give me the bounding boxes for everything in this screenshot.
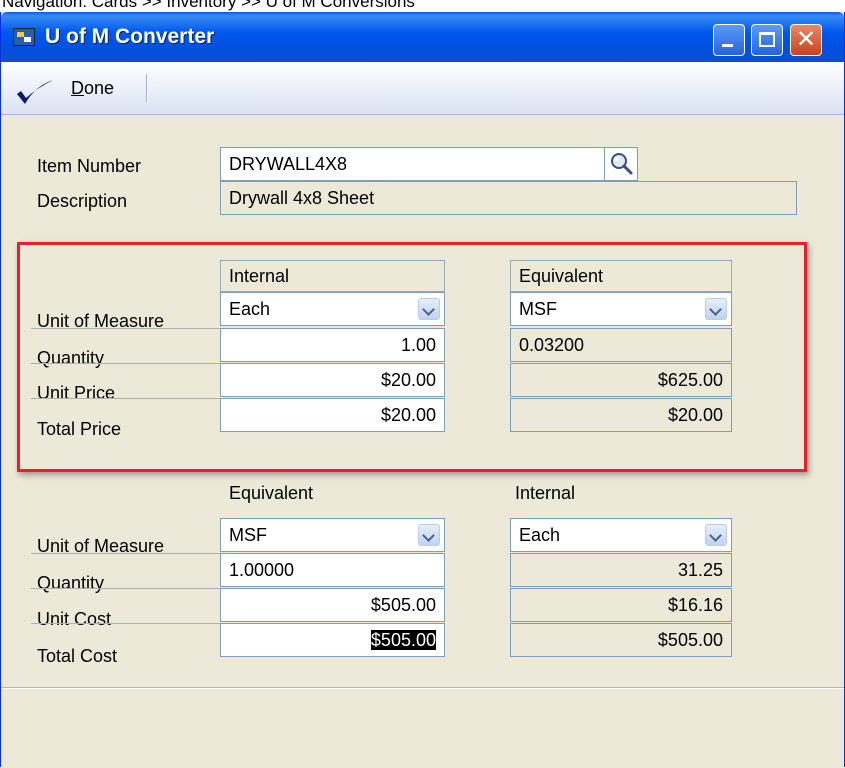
- equivalent-unit-price-field: $625.00: [510, 363, 732, 397]
- uom-converter-window: U of M Converter ✕ Done Item Number DRYW…: [0, 12, 845, 768]
- description-field: Drywall 4x8 Sheet: [220, 181, 797, 215]
- lookup-button[interactable]: [604, 147, 638, 181]
- item-number-label: Item Number: [37, 156, 142, 176]
- unit-cost-label: Unit Cost: [37, 609, 112, 629]
- maximize-button[interactable]: [751, 24, 783, 56]
- unit-price-label: Unit Price: [37, 383, 116, 403]
- cost-equivalent-quantity-field[interactable]: 1.00000: [220, 553, 445, 587]
- selected-value: Each: [519, 525, 561, 545]
- maximize-icon: [759, 32, 775, 47]
- toolbar: Done: [1, 62, 844, 115]
- cost-equivalent-header: Equivalent: [229, 483, 314, 503]
- row-divider: [31, 328, 221, 329]
- internal-unit-price-field[interactable]: $20.00: [220, 363, 445, 397]
- internal-unit-cost-field: $16.16: [510, 588, 732, 622]
- checkmark-icon[interactable]: [15, 78, 55, 108]
- done-button[interactable]: Done: [71, 77, 114, 99]
- cost-equivalent-uom-select[interactable]: MSF: [220, 518, 445, 552]
- cost-internal-header: Internal: [515, 483, 576, 503]
- status-bar: [1, 687, 844, 768]
- selected-value: MSF: [229, 525, 267, 545]
- equivalent-unit-cost-field[interactable]: $505.00: [220, 588, 445, 622]
- price-equivalent-header: Equivalent: [510, 260, 732, 292]
- chevron-down-icon[interactable]: [705, 524, 727, 546]
- description-label: Description: [37, 191, 128, 211]
- close-icon: ✕: [795, 26, 817, 53]
- item-number-field[interactable]: DRYWALL4X8: [220, 147, 605, 181]
- total-price-label: Total Price: [37, 419, 122, 439]
- price-quantity-label: Quantity: [37, 348, 105, 368]
- navigation-caption: Navigation: Cards >> Inventory >> U of M…: [2, 0, 415, 11]
- window-title: U of M Converter: [45, 25, 215, 48]
- selected-value: Each: [229, 299, 271, 319]
- selected-total-cost-text[interactable]: $505.00: [370, 630, 436, 650]
- selected-value: MSF: [519, 299, 557, 319]
- row-divider: [31, 588, 221, 589]
- equivalent-total-price-field: $20.00: [510, 398, 732, 432]
- internal-total-cost-field: $505.00: [510, 623, 732, 657]
- total-cost-label: Total Cost: [37, 646, 118, 666]
- row-divider: [31, 623, 221, 624]
- row-divider: [31, 363, 221, 364]
- app-icon: [13, 28, 35, 46]
- chevron-down-icon[interactable]: [705, 298, 727, 320]
- price-internal-quantity-field[interactable]: 1.00: [220, 328, 445, 362]
- cost-quantity-label: Quantity: [37, 573, 105, 593]
- toolbar-separator: [146, 74, 148, 102]
- internal-total-price-field[interactable]: $20.00: [220, 398, 445, 432]
- minimize-icon: [722, 44, 733, 47]
- price-internal-uom-select[interactable]: Each: [220, 292, 445, 326]
- equivalent-total-cost-field[interactable]: $505.00: [220, 623, 445, 657]
- close-button[interactable]: ✕: [790, 24, 822, 56]
- title-bar[interactable]: U of M Converter ✕: [1, 12, 844, 62]
- magnifier-icon: [611, 153, 633, 175]
- form-content: Item Number DRYWALL4X8 Description Drywa…: [1, 115, 844, 687]
- price-equivalent-quantity-field: 0.03200: [510, 328, 732, 362]
- row-divider: [31, 553, 221, 554]
- chevron-down-icon[interactable]: [418, 524, 440, 546]
- cost-internal-uom-select[interactable]: Each: [510, 518, 732, 552]
- row-divider: [31, 398, 221, 399]
- minimize-button[interactable]: [713, 24, 745, 56]
- price-equivalent-uom-select[interactable]: MSF: [510, 292, 732, 326]
- chevron-down-icon[interactable]: [418, 298, 440, 320]
- cost-internal-quantity-field: 31.25: [510, 553, 732, 587]
- price-internal-header: Internal: [220, 260, 445, 292]
